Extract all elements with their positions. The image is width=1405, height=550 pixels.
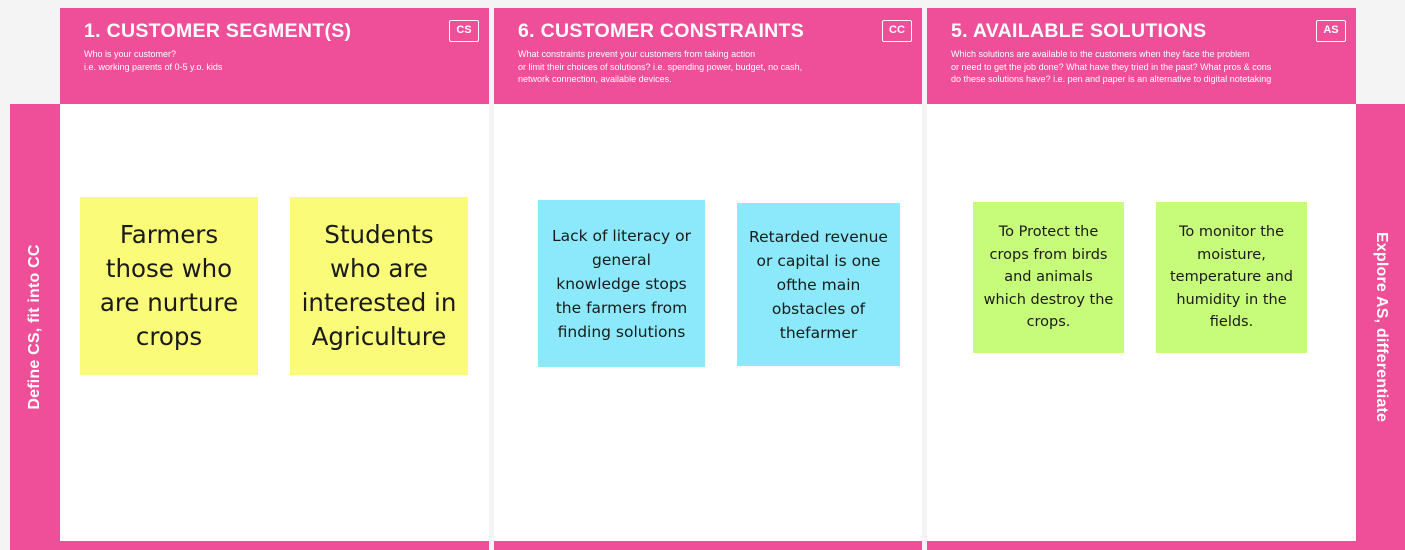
section-title: 6. CUSTOMER CONSTRAINTS (518, 20, 805, 42)
customer-constraints-section: 6. CUSTOMER CONSTRAINTS What constraints… (494, 8, 922, 550)
section-footer-bar (60, 541, 489, 550)
description-line: i.e. working parents of 0-5 y.o. kids (84, 61, 223, 72)
description-line: network connection, available devices. (518, 74, 672, 84)
section-body: Lack of literacy or general knowledge st… (494, 104, 922, 541)
description-line: or limit their choices of solutions? i.e… (518, 61, 803, 72)
description-line: What constraints prevent your customers … (518, 49, 756, 59)
description-line: Who is your customer? (84, 49, 177, 59)
section-badge: CC (882, 20, 912, 42)
sticky-note[interactable]: To Protect the crops from birds and anim… (973, 202, 1124, 353)
right-side-label: Explore AS, differentiate (1373, 231, 1390, 423)
sticky-note[interactable]: Students who are interested in Agricultu… (290, 197, 468, 375)
section-description: What constraints prevent your customers … (518, 48, 908, 86)
section-footer-bar (927, 541, 1356, 550)
section-badge: AS (1316, 20, 1346, 42)
description-line: Which solutions are available to the cus… (951, 49, 1250, 59)
section-title: 1. CUSTOMER SEGMENT(S) (84, 20, 352, 42)
left-side-bar: Define CS, fit into CC (10, 104, 60, 550)
section-header: 1. CUSTOMER SEGMENT(S) Who is your custo… (60, 8, 489, 104)
section-header: 5. AVAILABLE SOLUTIONS Which solutions a… (927, 8, 1356, 104)
section-title: 5. AVAILABLE SOLUTIONS (951, 20, 1207, 42)
sticky-note[interactable]: To monitor the moisture, temperature and… (1156, 202, 1307, 353)
customer-segments-section: 1. CUSTOMER SEGMENT(S) Who is your custo… (60, 8, 489, 550)
section-description: Who is your customer? i.e. working paren… (84, 48, 475, 73)
section-body: To Protect the crops from birds and anim… (927, 104, 1356, 541)
description-line: or need to get the job done? What have t… (951, 61, 1272, 72)
section-badge: CS (449, 20, 479, 42)
available-solutions-section: 5. AVAILABLE SOLUTIONS Which solutions a… (927, 8, 1356, 550)
right-side-bar: Explore AS, differentiate (1356, 104, 1405, 550)
section-header: 6. CUSTOMER CONSTRAINTS What constraints… (494, 8, 922, 104)
section-description: Which solutions are available to the cus… (951, 48, 1342, 86)
left-side-label: Define CS, fit into CC (26, 244, 43, 410)
sticky-note[interactable]: Retarded revenue or capital is one ofthe… (737, 203, 900, 366)
sticky-note[interactable]: Farmers those who are nurture crops (80, 197, 258, 375)
section-footer-bar (494, 541, 922, 550)
description-line: do these solutions have? i.e. pen and pa… (951, 74, 1272, 84)
sticky-note[interactable]: Lack of literacy or general knowledge st… (538, 200, 705, 367)
section-body: Farmers those who are nurture crops Stud… (60, 104, 489, 541)
